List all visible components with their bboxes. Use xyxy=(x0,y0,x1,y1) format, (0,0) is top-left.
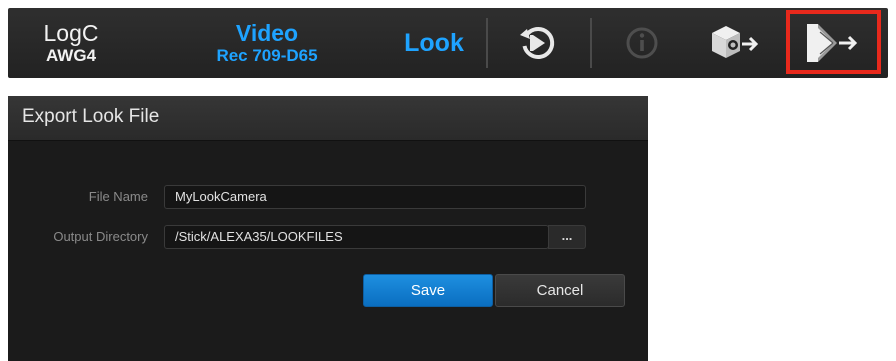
toolbar-separator xyxy=(590,18,592,68)
save-button[interactable]: Save xyxy=(363,274,493,307)
file-name-label: File Name xyxy=(88,189,148,204)
toolbar-separator xyxy=(486,18,488,68)
export-look-file-dialog: Export Look File File Name MyLookCamera … xyxy=(8,96,648,361)
export-camera-icon xyxy=(712,26,759,58)
video-label: Video xyxy=(235,20,299,46)
reset-look-icon xyxy=(520,26,555,59)
file-name-input[interactable]: MyLookCamera xyxy=(164,185,586,209)
output-directory-input[interactable]: /Stick/ALEXA35/LOOKFILES xyxy=(164,225,549,249)
output-directory-label: Output Directory xyxy=(53,229,148,244)
dialog-header: Export Look File xyxy=(8,96,648,141)
video-output-selector[interactable]: Video Rec 709-D65 xyxy=(192,8,342,78)
cancel-button[interactable]: Cancel xyxy=(495,274,625,307)
color-space-label: AWG4 xyxy=(45,46,97,65)
highlight-frame xyxy=(786,10,881,74)
info-button[interactable] xyxy=(612,16,672,70)
look-label: Look xyxy=(404,28,464,57)
dialog-title: Export Look File xyxy=(22,106,160,127)
look-tab[interactable]: Look xyxy=(394,8,474,78)
log-encoding-selector[interactable]: LogC AWG4 xyxy=(36,8,106,78)
top-toolbar: LogC AWG4 Video Rec 709-D65 Look xyxy=(8,8,888,78)
browse-button[interactable]: ... xyxy=(548,225,586,249)
export-to-camera-button[interactable] xyxy=(704,16,764,70)
log-encoding-label: LogC xyxy=(43,20,99,46)
info-icon xyxy=(626,27,658,59)
reset-look-button[interactable] xyxy=(508,16,568,70)
video-color-space-label: Rec 709-D65 xyxy=(216,46,318,65)
